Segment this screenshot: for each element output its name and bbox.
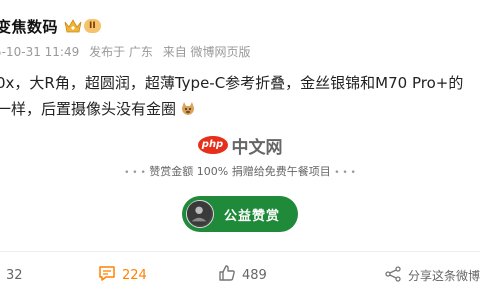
content-line-2: 一样，后置摄像头没有金圈	[0, 100, 177, 118]
divider	[0, 251, 480, 252]
charity-reward-button[interactable]: 公益赞赏	[182, 196, 298, 232]
post-header: 变焦数码 II	[0, 14, 101, 38]
post-meta: 5-10-31 11:49 发布于 广东 来自 微博网页版	[0, 43, 257, 60]
post-location: 发布于 广东	[89, 45, 153, 59]
php-cn-logo: php 中文网	[197, 133, 283, 158]
doge-emoji-icon	[180, 98, 196, 115]
share-label: 分享这条微博	[408, 268, 480, 283]
comment-count: 224	[122, 267, 147, 283]
vip-level-badge: II	[84, 19, 101, 33]
avatar	[186, 200, 214, 228]
post-time[interactable]: 5-10-31 11:49	[0, 45, 79, 59]
thumbs-up-icon	[218, 264, 236, 286]
dots-left-icon: • • •	[124, 168, 146, 178]
comment-icon	[98, 264, 116, 286]
post-content: 0x，大R角，超圆润，超薄Type-C参考折叠，金丝银锦和M70 Pro+的 一…	[0, 70, 480, 122]
author-name[interactable]: 变焦数码	[0, 16, 58, 37]
repost-count: 32	[6, 267, 23, 283]
post-source: 来自 微博网页版	[162, 45, 251, 59]
comment-button[interactable]: 224	[98, 262, 147, 288]
repost-button[interactable]: 32	[0, 262, 23, 288]
php-logo-oval: php	[197, 136, 228, 154]
like-button[interactable]: 489	[218, 262, 267, 288]
content-line-1: 0x，大R角，超圆润，超薄Type-C参考折叠，金丝银锦和M70 Pro+的	[0, 74, 464, 92]
crown-icon	[64, 18, 82, 34]
charity-reward-label: 公益赞赏	[224, 208, 281, 224]
dots-right-icon: • • •	[334, 168, 356, 178]
share-button[interactable]: 分享这条微博	[384, 262, 480, 288]
share-icon	[384, 265, 402, 286]
reward-description: 赞赏金额 100% 捐赠给免费午餐项目	[149, 165, 331, 178]
post-actions: 32 224 489 分享这条微博	[0, 262, 480, 288]
php-logo-text: 中文网	[231, 137, 283, 158]
like-count: 489	[242, 267, 267, 283]
reward-section: php 中文网 • • • 赞赏金额 100% 捐赠给免费午餐项目 • • •	[120, 132, 360, 179]
